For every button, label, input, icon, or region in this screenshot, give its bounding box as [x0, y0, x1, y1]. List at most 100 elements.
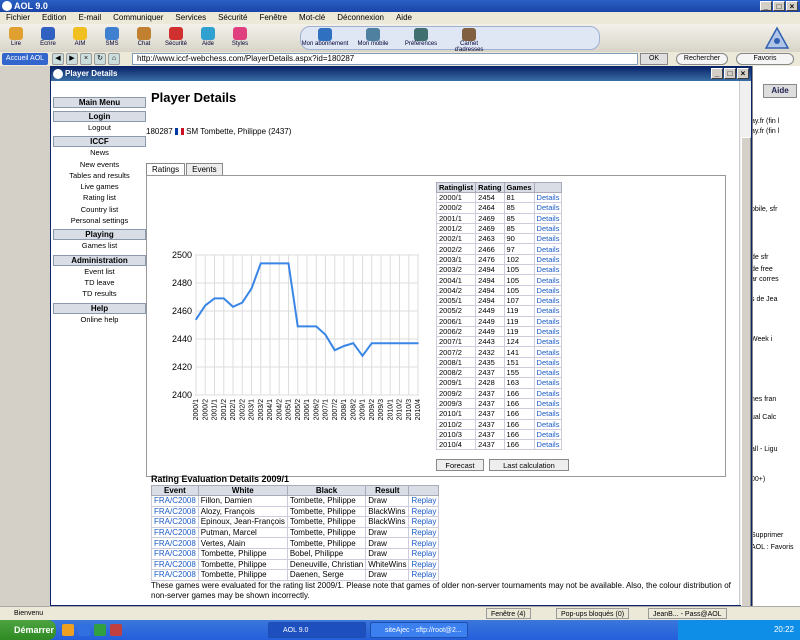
details-link[interactable]: Details: [533, 346, 563, 358]
tab-events[interactable]: Events: [186, 163, 223, 175]
details-link[interactable]: Details: [533, 191, 563, 204]
last-calculation-button[interactable]: Last calculation: [489, 459, 569, 471]
toolbar-button-1[interactable]: Ecrire: [32, 24, 64, 52]
toolbar2-button-2[interactable]: Préférences: [397, 27, 445, 49]
nav-item-7[interactable]: Live games: [53, 181, 146, 192]
details-link[interactable]: Details: [533, 305, 563, 317]
nav-item-2[interactable]: Logout: [53, 122, 146, 133]
details-link[interactable]: Details: [533, 439, 563, 451]
nav-item-10[interactable]: Personal settings: [53, 215, 146, 226]
details-link[interactable]: Details: [533, 233, 563, 245]
ok-button[interactable]: OK: [640, 53, 668, 65]
maximize-button[interactable]: □: [773, 1, 785, 11]
replay-link[interactable]: Replay: [408, 569, 440, 581]
minimize-button[interactable]: _: [760, 1, 772, 11]
details-link[interactable]: Details: [533, 264, 563, 276]
details-link[interactable]: Details: [533, 274, 563, 286]
event-link[interactable]: FRA/C2008: [151, 537, 199, 549]
details-link[interactable]: Details: [533, 367, 563, 379]
details-link[interactable]: Details: [533, 428, 563, 441]
details-link[interactable]: Details: [533, 253, 563, 266]
menu-0[interactable]: Fichier: [0, 12, 36, 24]
reload-icon[interactable]: ↻: [94, 53, 106, 65]
menu-5[interactable]: Sécurité: [212, 12, 253, 24]
details-link[interactable]: Details: [533, 294, 563, 307]
sidebar-line[interactable]: 00+): [753, 476, 765, 483]
replay-link[interactable]: Replay: [408, 526, 440, 539]
details-link[interactable]: Details: [533, 202, 563, 214]
favorites-button[interactable]: Favoris: [736, 53, 794, 65]
event-link[interactable]: FRA/C2008: [151, 558, 199, 571]
nav-item-14[interactable]: Event list: [53, 266, 146, 277]
inner-restore-button[interactable]: □: [724, 68, 736, 79]
nav-item-5[interactable]: New events: [53, 159, 146, 170]
event-link[interactable]: FRA/C2008: [151, 569, 199, 581]
home-icon[interactable]: ⌂: [108, 53, 120, 65]
event-link[interactable]: FRA/C2008: [151, 526, 199, 539]
nav-item-18[interactable]: Online help: [53, 314, 146, 325]
nav-item-8[interactable]: Rating list: [53, 192, 146, 203]
forward-icon[interactable]: ▶: [66, 53, 78, 65]
sidebar-line[interactable]: all - Ligu: [753, 446, 777, 453]
replay-link[interactable]: Replay: [408, 547, 440, 560]
sidebar-line[interactable]: ay.fr (fin l: [753, 118, 779, 125]
details-link[interactable]: Details: [533, 336, 563, 348]
sidebar-line[interactable]: ay.fr (fin l: [753, 128, 779, 135]
forecast-button[interactable]: Forecast: [436, 459, 484, 471]
sidebar-line[interactable]: de sfr: [753, 254, 769, 261]
user-button[interactable]: JeanB... - Pass@AOL: [648, 608, 727, 619]
quicklaunch-icon[interactable]: [94, 624, 106, 636]
menu-7[interactable]: Mot-clé: [293, 12, 331, 24]
details-link[interactable]: Details: [533, 212, 563, 224]
quicklaunch-icon[interactable]: [62, 624, 74, 636]
url-input[interactable]: http://www.iccf-webchess.com/PlayerDetai…: [132, 53, 638, 65]
menu-9[interactable]: Aide: [390, 12, 418, 24]
task-aol[interactable]: AOL 9.0: [268, 622, 366, 638]
search-button[interactable]: Rechercher: [676, 53, 728, 65]
close-button[interactable]: ×: [786, 1, 798, 11]
inner-close-button[interactable]: ×: [737, 68, 749, 79]
details-link[interactable]: Details: [533, 222, 563, 235]
inner-minimize-button[interactable]: _: [711, 68, 723, 79]
nav-item-16[interactable]: TD results: [53, 288, 146, 299]
toolbar2-button-3[interactable]: Carnet d'adresses: [445, 27, 493, 53]
nav-item-15[interactable]: TD leave: [53, 277, 146, 288]
toolbar-button-6[interactable]: Aide: [192, 24, 224, 52]
menu-4[interactable]: Services: [169, 12, 212, 24]
start-button[interactable]: Démarrer: [0, 620, 56, 640]
sidebar-line[interactable]: hes fran: [753, 396, 776, 403]
details-link[interactable]: Details: [533, 325, 563, 338]
replay-link[interactable]: Replay: [408, 495, 440, 507]
details-link[interactable]: Details: [533, 315, 563, 327]
nav-item-9[interactable]: Country list: [53, 204, 146, 215]
details-link[interactable]: Details: [533, 418, 563, 430]
sidebar-line[interactable]: AOL : Favoris: [753, 544, 794, 551]
details-link[interactable]: Details: [533, 408, 563, 420]
back-icon[interactable]: ◀: [52, 53, 64, 65]
sidebar-line[interactable]: ar corres: [753, 276, 779, 283]
menu-3[interactable]: Communiquer: [107, 12, 169, 24]
toolbar-button-7[interactable]: Styles: [224, 24, 256, 52]
replay-link[interactable]: Replay: [408, 558, 440, 571]
sidebar-line[interactable]: de free: [753, 266, 773, 273]
toolbar2-button-1[interactable]: Mon mobile: [349, 27, 397, 49]
details-link[interactable]: Details: [533, 356, 563, 369]
event-link[interactable]: FRA/C2008: [151, 495, 199, 507]
fenetre-button[interactable]: Fenêtre (4): [486, 608, 531, 619]
menu-8[interactable]: Déconnexion: [331, 12, 390, 24]
popups-button[interactable]: Pop-ups bloqués (0): [556, 608, 630, 619]
replay-link[interactable]: Replay: [408, 537, 440, 549]
details-link[interactable]: Details: [533, 284, 563, 296]
toolbar-button-5[interactable]: Sécurité: [160, 24, 192, 52]
nav-item-4[interactable]: News: [53, 147, 146, 158]
sidebar-line[interactable]: Week i: [753, 336, 772, 343]
replay-link[interactable]: Replay: [408, 505, 440, 518]
quicklaunch-icon[interactable]: [78, 624, 90, 636]
toolbar-button-2[interactable]: AIM: [64, 24, 96, 52]
sidebar-line[interactable]: s de Jea: [753, 296, 777, 303]
sidebar-line[interactable]: Supprimer: [753, 532, 783, 539]
menu-1[interactable]: Edition: [36, 12, 72, 24]
menu-6[interactable]: Fenêtre: [253, 12, 293, 24]
accueil-aol-button[interactable]: Accueil AOL: [2, 53, 48, 65]
event-link[interactable]: FRA/C2008: [151, 505, 199, 518]
